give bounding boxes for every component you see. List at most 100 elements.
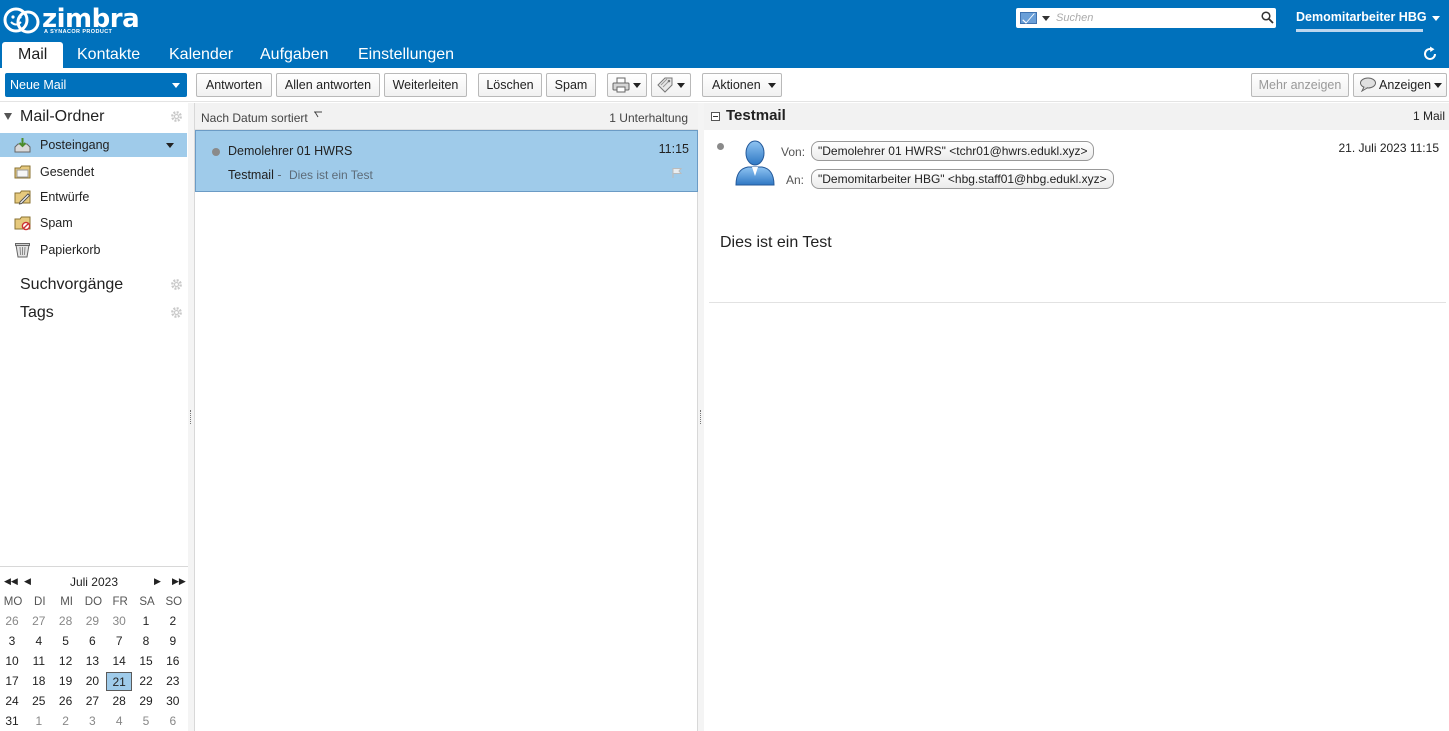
calendar-day[interactable]: 21 (106, 672, 133, 691)
refresh-icon[interactable] (1422, 46, 1438, 62)
actions-label: Aktionen (712, 78, 761, 92)
calendar-day[interactable]: 25 (26, 692, 52, 711)
calendar-day[interactable]: 27 (79, 692, 105, 711)
calendar-day[interactable]: 10 (0, 652, 25, 671)
sort-arrow-icon[interactable] (313, 111, 323, 119)
zimbra-logo[interactable]: zimbra A SYNACOR PRODUCT (2, 4, 140, 36)
read-status-dot[interactable] (212, 148, 220, 156)
gear-icon[interactable] (170, 110, 183, 123)
calendar-day[interactable]: 3 (0, 632, 25, 651)
next-month-icon[interactable]: ▶ (154, 576, 161, 587)
calendar-day[interactable]: 14 (106, 652, 132, 671)
calendar-day[interactable]: 28 (106, 692, 132, 711)
calendar-day[interactable]: 24 (0, 692, 25, 711)
sidebar-item-papierkorb[interactable]: Papierkorb (0, 238, 187, 262)
tab-aufgaben[interactable]: Aufgaben (244, 42, 345, 68)
calendar-day[interactable]: 13 (79, 652, 105, 671)
view-button[interactable]: Anzeigen (1353, 73, 1447, 97)
collapse-toggle-icon[interactable] (711, 112, 720, 121)
calendar-day[interactable]: 1 (133, 612, 159, 631)
trash-icon (15, 243, 30, 258)
search-input[interactable] (1056, 10, 1252, 26)
calendar-day[interactable]: 2 (160, 612, 186, 631)
calendar-day[interactable]: 2 (53, 712, 79, 731)
to-address-bubble[interactable]: "Demomitarbeiter HBG" <hbg.staff01@hbg.e… (811, 169, 1114, 189)
search-type-mail-icon[interactable] (1020, 12, 1037, 24)
calendar-day[interactable]: 15 (133, 652, 159, 671)
message-divider (709, 302, 1446, 303)
sidebar-item-posteingang[interactable]: Posteingang (0, 133, 187, 157)
calendar-day[interactable]: 20 (79, 672, 105, 691)
new-mail-button[interactable]: Neue Mail (5, 73, 187, 97)
user-menu[interactable]: Demomitarbeiter HBG (1296, 10, 1446, 34)
tab-einstellungen[interactable]: Einstellungen (342, 42, 470, 68)
delete-button[interactable]: Löschen (478, 73, 542, 97)
actions-button[interactable]: Aktionen (702, 73, 782, 97)
tab-kalender[interactable]: Kalender (153, 42, 249, 68)
searches-header[interactable]: Suchvorgänge (0, 273, 188, 297)
calendar-day[interactable]: 9 (160, 632, 186, 651)
show-more-button[interactable]: Mehr anzeigen (1251, 73, 1349, 97)
gear-icon[interactable] (170, 278, 183, 291)
tab-kontakte[interactable]: Kontakte (61, 42, 156, 68)
gear-icon[interactable] (170, 306, 183, 319)
new-mail-chevron-down-icon[interactable] (172, 83, 180, 88)
folder-chevron-down-icon[interactable] (166, 143, 174, 148)
spam-folder-icon (14, 216, 31, 231)
calendar-weekday: SA (139, 596, 155, 608)
calendar-day[interactable]: 26 (0, 612, 25, 631)
calendar-day[interactable]: 6 (160, 712, 186, 731)
calendar-day[interactable]: 4 (26, 632, 52, 651)
sort-by-date[interactable]: Nach Datum sortiert (201, 111, 308, 125)
sidebar-item-spam[interactable]: Spam (0, 211, 187, 235)
print-button[interactable] (607, 73, 647, 97)
mail-folders-header[interactable]: Mail-Ordner (0, 105, 188, 129)
table-row[interactable]: Demolehrer 01 HWRS 11:15 Testmail - Dies… (195, 130, 698, 192)
calendar-day[interactable]: 26 (53, 692, 79, 711)
read-status-dot[interactable] (717, 143, 724, 150)
calendar-day[interactable]: 30 (106, 612, 132, 631)
calendar-day[interactable]: 30 (160, 692, 186, 711)
mail-list-header: Nach Datum sortiert 1 Unterhaltung (195, 103, 698, 130)
next-year-icon[interactable]: ▶▶ (172, 576, 186, 587)
calendar-day[interactable]: 5 (133, 712, 159, 731)
tag-chevron-down-icon (677, 83, 685, 88)
calendar-day[interactable]: 19 (53, 672, 79, 691)
calendar-day[interactable]: 8 (133, 632, 159, 651)
calendar-day[interactable]: 22 (133, 672, 159, 691)
flag-icon[interactable] (671, 167, 683, 179)
reply-button[interactable]: Antworten (196, 73, 272, 97)
calendar-day[interactable]: 16 (160, 652, 186, 671)
calendar-day[interactable]: 11 (26, 652, 52, 671)
search-icon[interactable] (1261, 11, 1274, 24)
calendar-day[interactable]: 31 (0, 712, 25, 731)
calendar-day[interactable]: 5 (53, 632, 79, 651)
spam-button[interactable]: Spam (546, 73, 596, 97)
calendar-day[interactable]: 7 (106, 632, 132, 651)
calendar-day[interactable]: 18 (26, 672, 52, 691)
sidebar-item-label: Posteingang (40, 138, 110, 152)
calendar-day[interactable]: 29 (79, 612, 105, 631)
sidebar-item-entwuerfe[interactable]: Entwürfe (0, 185, 187, 209)
from-address-bubble[interactable]: "Demolehrer 01 HWRS" <tchr01@hwrs.edukl.… (811, 141, 1095, 161)
forward-button[interactable]: Weiterleiten (384, 73, 467, 97)
calendar-day[interactable]: 17 (0, 672, 25, 691)
calendar-day[interactable]: 4 (106, 712, 132, 731)
calendar-day[interactable]: 28 (53, 612, 79, 631)
tag-button[interactable] (651, 73, 691, 97)
calendar-day[interactable]: 23 (160, 672, 186, 691)
calendar-day[interactable]: 12 (53, 652, 79, 671)
sidebar-item-label: Papierkorb (40, 243, 101, 257)
calendar-day[interactable]: 27 (26, 612, 52, 631)
sidebar-item-gesendet[interactable]: Gesendet (0, 160, 187, 184)
collapse-triangle-icon[interactable] (4, 113, 12, 120)
search-type-dropdown-icon[interactable] (1042, 16, 1050, 21)
tags-header[interactable]: Tags (0, 301, 188, 325)
search-box (1016, 8, 1276, 28)
calendar-day[interactable]: 29 (133, 692, 159, 711)
calendar-day[interactable]: 6 (79, 632, 105, 651)
tab-mail[interactable]: Mail (2, 42, 64, 68)
reply-all-button[interactable]: Allen antworten (276, 73, 380, 97)
calendar-day[interactable]: 3 (79, 712, 105, 731)
calendar-day[interactable]: 1 (26, 712, 52, 731)
